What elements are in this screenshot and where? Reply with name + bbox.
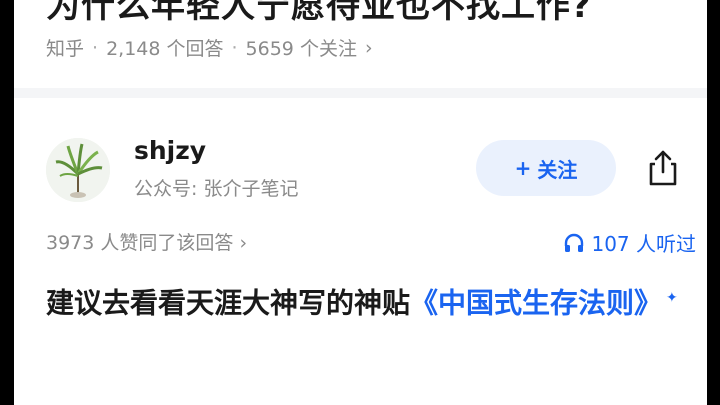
meta-separator: ·	[92, 36, 99, 59]
question-meta[interactable]: 知乎 · 2,148 个回答 · 5659 个关注 ›	[46, 34, 373, 61]
question-source: 知乎	[46, 38, 85, 60]
follow-count: 5659 个关注	[245, 38, 357, 60]
likes-text: 3973 人赞同了该回答	[46, 232, 234, 254]
plant-avatar-icon	[46, 138, 110, 202]
section-divider	[14, 88, 707, 98]
follow-label: 关注	[537, 157, 578, 182]
question-title[interactable]: 为什么年轻人宁愿待业也不找工作?	[46, 0, 592, 27]
follow-button[interactable]: + 关注	[476, 140, 616, 196]
phone-screen: 为什么年轻人宁愿待业也不找工作? 知乎 · 2,148 个回答 · 5659 个…	[14, 0, 707, 405]
stats-row: 3973 人赞同了该回答 › 107 人听过	[46, 228, 696, 258]
share-icon[interactable]	[646, 148, 680, 188]
author-name[interactable]: shjzy	[134, 136, 206, 165]
author-row: shjzy 公众号: 张介子笔记 + 关注	[46, 136, 696, 202]
plus-icon: +	[514, 156, 532, 180]
listen-count[interactable]: 107 人听过	[563, 228, 696, 257]
meta-separator: ·	[231, 36, 238, 59]
headphones-icon	[565, 233, 584, 252]
sparkle-icon: ✦	[666, 290, 678, 306]
chevron-right-icon: ›	[364, 36, 373, 59]
likes-count[interactable]: 3973 人赞同了该回答 ›	[46, 228, 247, 255]
answer-count: 2,148 个回答	[106, 38, 224, 60]
answer-text: 建议去看看天涯大神写的神贴	[46, 286, 411, 320]
chevron-right-icon: ›	[239, 232, 248, 254]
avatar[interactable]	[46, 138, 110, 202]
answer-excerpt[interactable]: 建议去看看天涯大神写的神贴《中国式生存法则》 ✦	[46, 275, 686, 326]
author-subtitle: 公众号: 张介子笔记	[134, 178, 299, 200]
answer-link[interactable]: 《中国式生存法则》	[410, 286, 662, 319]
listen-text: 107 人听过	[591, 232, 696, 256]
